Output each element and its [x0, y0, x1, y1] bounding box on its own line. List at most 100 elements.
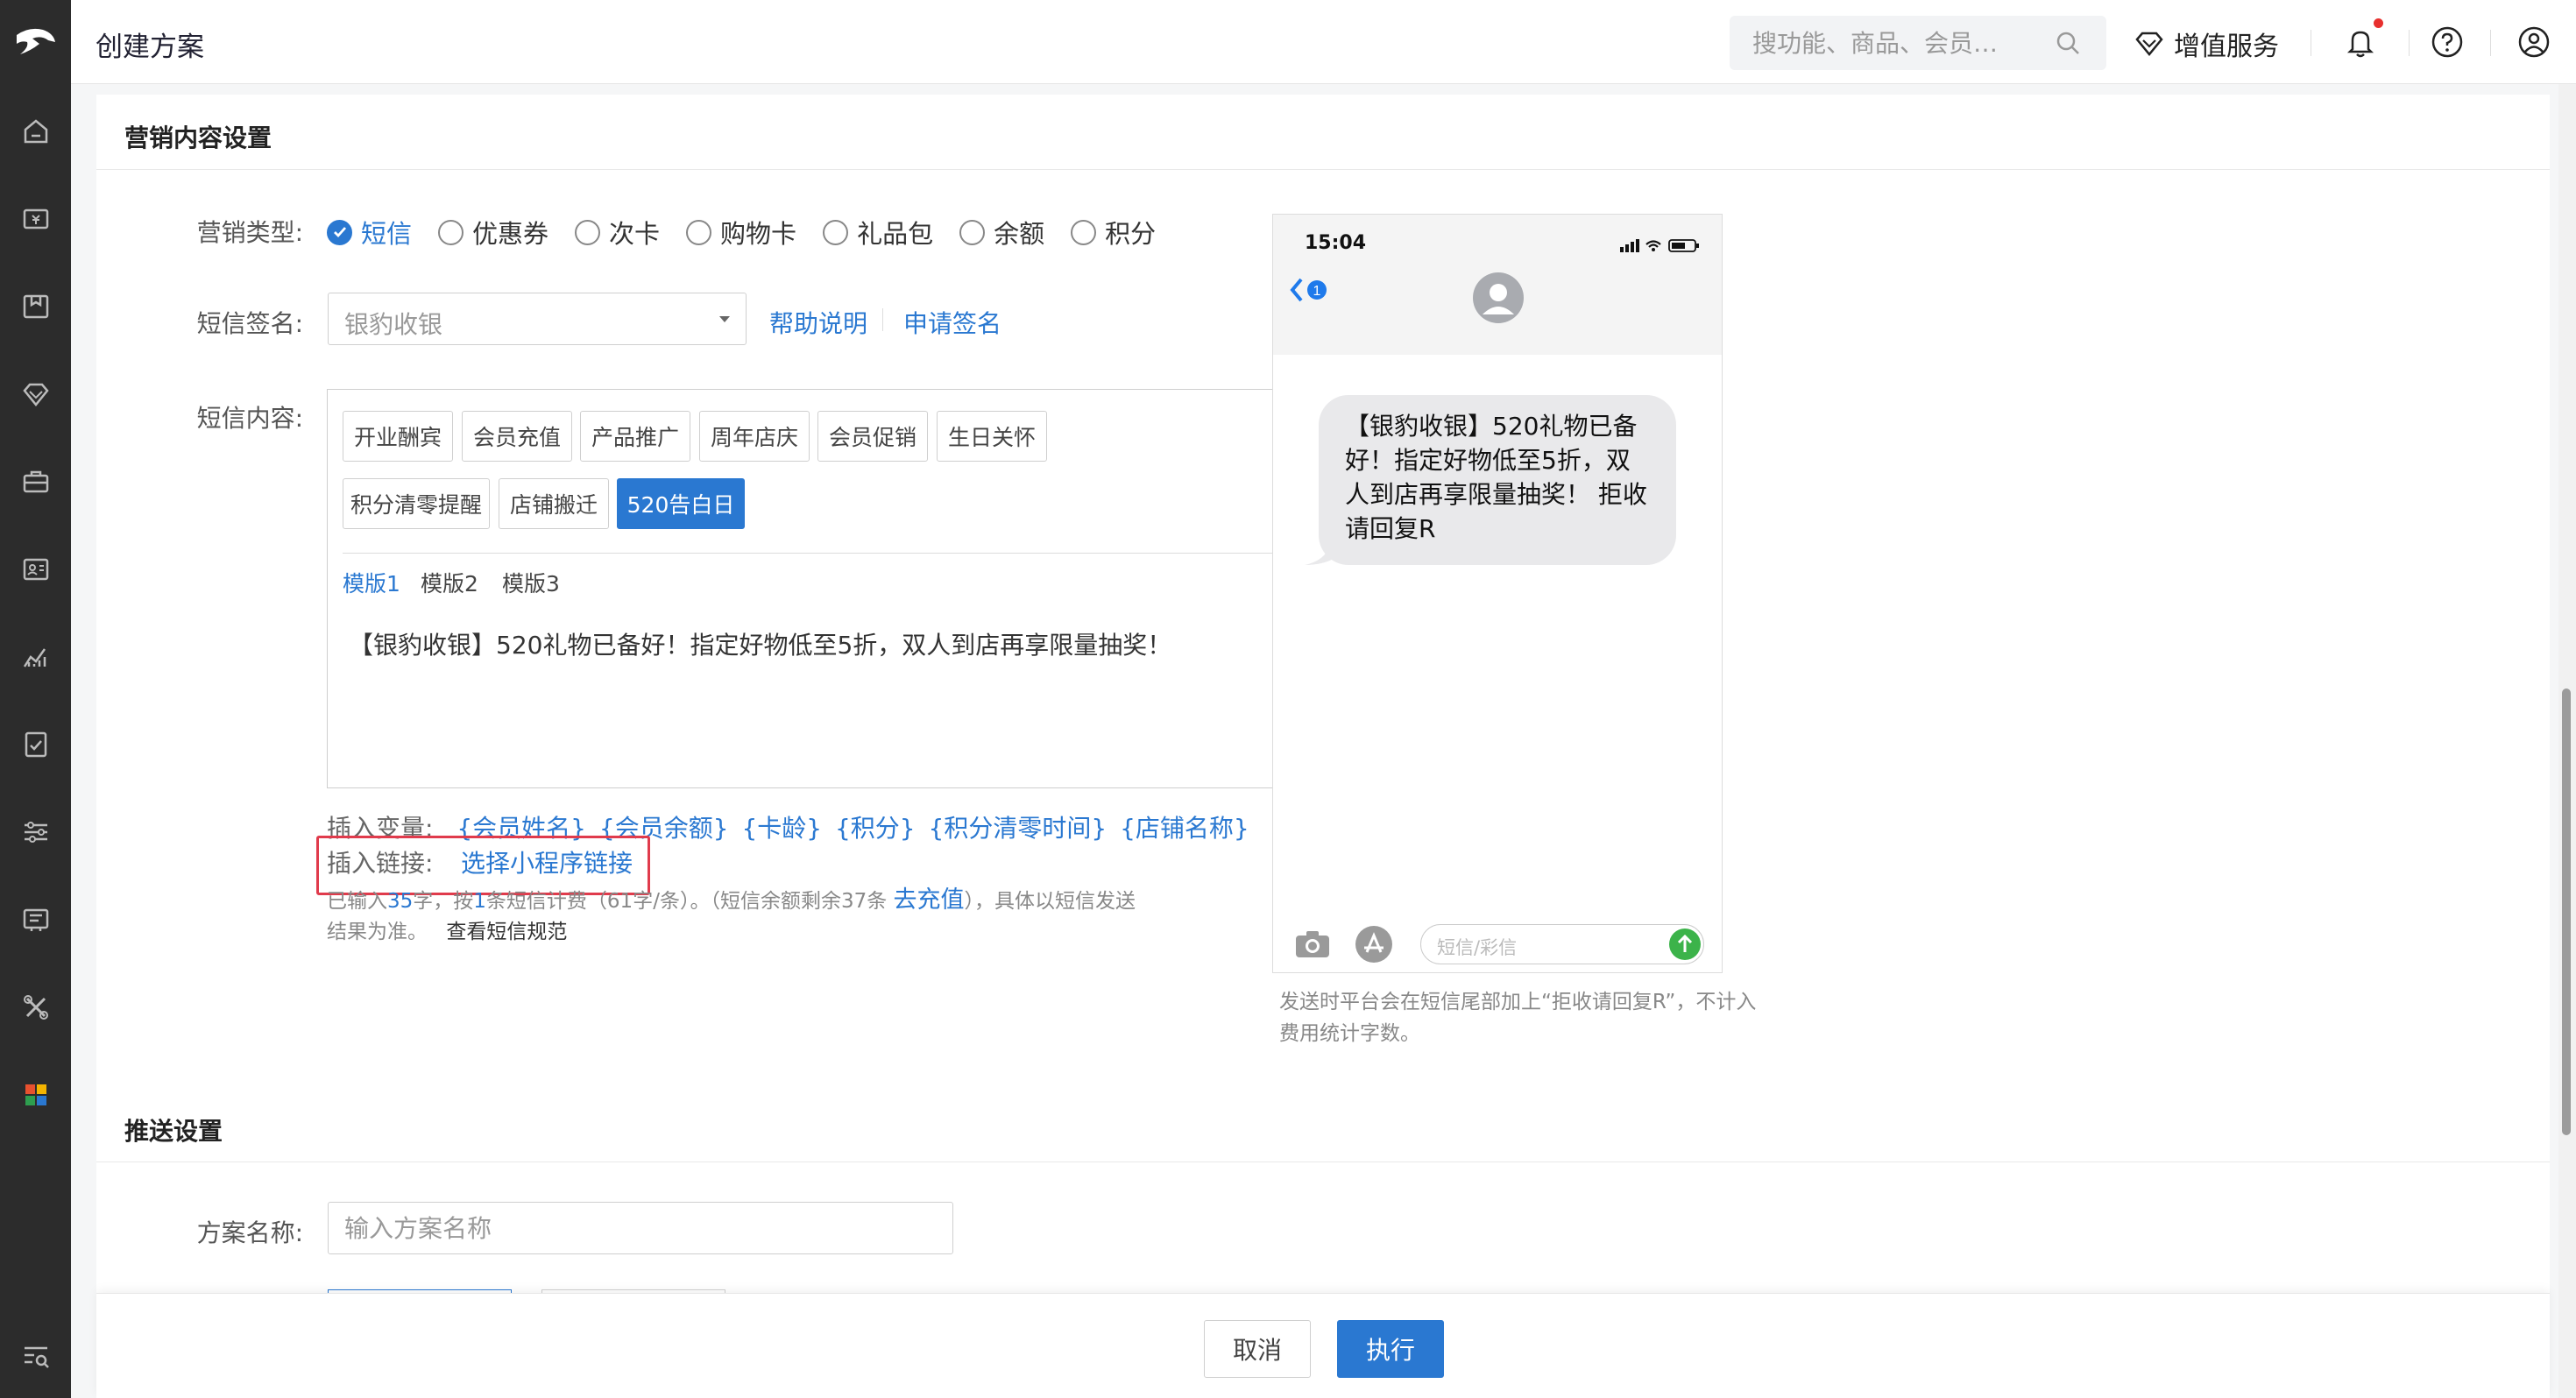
page-title: 创建方案: [96, 32, 204, 63]
value-added-services-label: 增值服务: [2174, 32, 2279, 62]
var-card-age[interactable]: {卡龄}: [741, 814, 822, 843]
recharge-link[interactable]: 去充值: [894, 886, 965, 914]
nav-tools-icon[interactable]: [0, 981, 71, 1034]
insert-link-label: 插入链接:: [327, 849, 434, 878]
search-icon[interactable]: [2054, 29, 2082, 57]
tag-birthday[interactable]: 生日关怀: [937, 411, 1047, 462]
value-added-services-button[interactable]: 增值服务: [2134, 25, 2279, 63]
tag-store-move[interactable]: 店铺搬迁: [499, 478, 609, 529]
topbar-divider: [2490, 30, 2491, 56]
radio-gift-pack-label: 礼品包: [857, 219, 934, 249]
radio-circle: [959, 219, 986, 245]
radio-sms[interactable]: 短信: [327, 214, 412, 251]
radio-coupon-label: 优惠券: [472, 219, 549, 249]
radio-sms-label: 短信: [361, 219, 413, 249]
nav-home-icon[interactable]: [0, 105, 71, 158]
nav-report-icon[interactable]: [0, 718, 71, 771]
logo-icon[interactable]: [0, 0, 71, 84]
stats-text: 结果为准。: [327, 921, 428, 943]
radio-count-card[interactable]: 次卡: [575, 214, 660, 251]
radio-circle: [438, 219, 464, 245]
radio-shopping-card-label: 购物卡: [720, 219, 797, 249]
user-account-icon[interactable]: [2516, 25, 2551, 60]
phone-preview: 15:04 1 【银豹收银】520礼物已备好！指定好物低至5折，双人到店再享限量…: [1272, 214, 1723, 973]
template-tab-3[interactable]: 模版3: [502, 567, 560, 598]
nav-order-icon[interactable]: [0, 893, 71, 946]
phone-avatar-icon: [1473, 272, 1524, 323]
bell-icon[interactable]: [2343, 25, 2378, 60]
cancel-button[interactable]: 取消: [1204, 1320, 1311, 1378]
radio-coupon[interactable]: 优惠券: [438, 214, 548, 251]
phone-back-badge: 1: [1313, 284, 1321, 299]
stats-text: ），具体以短信发送: [964, 890, 1136, 913]
main-panel: 营销内容设置 营销类型: 短信 优惠券 次卡 购物卡 礼品包 余额 积分 短信签…: [96, 95, 2550, 1398]
tag-product-promo[interactable]: 产品推广: [580, 411, 690, 462]
phone-back-icon: 1: [1290, 278, 1327, 302]
scrollbar-thumb[interactable]: [2562, 688, 2571, 1135]
radio-shopping-card[interactable]: 购物卡: [686, 214, 796, 251]
content-label: 短信内容:: [196, 404, 303, 433]
signature-select[interactable]: 银豹收银: [328, 293, 747, 345]
tag-member-promo[interactable]: 会员促销: [817, 411, 928, 462]
radio-circle: [575, 219, 601, 245]
nav-member-card-icon[interactable]: [0, 543, 71, 596]
action-footer: 取消 执行: [96, 1293, 2550, 1398]
top-bar: 创建方案 增值服务: [71, 0, 2576, 84]
radio-circle: [1071, 219, 1097, 245]
plan-name-label: 方案名称:: [196, 1218, 303, 1247]
template-tab-1[interactable]: 模版1: [343, 567, 400, 598]
help-icon[interactable]: [2430, 25, 2465, 60]
stats-text: 字，按: [413, 890, 474, 913]
signature-label: 短信签名:: [196, 309, 303, 338]
sms-stats-line2: 结果为准。 查看短信规范: [327, 916, 1308, 948]
var-points-clear-time[interactable]: {积分清零时间}: [929, 814, 1108, 843]
execute-button[interactable]: 执行: [1337, 1320, 1444, 1378]
apply-signature-link[interactable]: 申请签名: [903, 305, 1001, 340]
sms-spec-link[interactable]: 查看短信规范: [446, 921, 567, 943]
sms-editor: 开业酬宾 会员充值 产品推广 周年店庆 会员促销 生日关怀 积分清零提醒 店铺搬…: [327, 389, 1294, 788]
tag-520[interactable]: 520告白日: [617, 478, 745, 529]
tag-opening[interactable]: 开业酬宾: [343, 411, 453, 462]
radio-points[interactable]: 积分: [1071, 214, 1156, 251]
tag-anniversary[interactable]: 周年店庆: [699, 411, 810, 462]
nav-package-icon[interactable]: [0, 280, 71, 333]
stats-text: 已输入: [327, 890, 387, 913]
phone-message-input: 短信/彩信: [1420, 924, 1704, 964]
chevron-down-icon: [719, 316, 730, 322]
radio-balance[interactable]: 余额: [959, 214, 1044, 251]
nav-cashier-icon[interactable]: [0, 193, 71, 245]
search-input[interactable]: [1730, 16, 2045, 70]
radio-gift-pack[interactable]: 礼品包: [823, 214, 933, 251]
link-divider: [882, 308, 883, 331]
checkmark-icon: [327, 219, 352, 245]
nav-apps-icon[interactable]: [0, 1069, 71, 1121]
marketing-type-radio-group: 短信 优惠券 次卡 购物卡 礼品包 余额 积分: [327, 214, 1182, 251]
preview-note: 发送时平台会在短信尾部加上“拒收请回复R”，不计入费用统计字数。: [1279, 991, 1757, 1045]
sidebar: [0, 0, 71, 1398]
nav-settings-sliders-icon[interactable]: [0, 806, 71, 858]
template-tab-2[interactable]: 模版2: [421, 567, 478, 598]
nav-diamond-icon[interactable]: [0, 368, 71, 420]
radio-balance-label: 余额: [994, 219, 1045, 249]
section-divider: [96, 1161, 2550, 1162]
nav-chart-icon[interactable]: [0, 631, 71, 683]
help-link[interactable]: 帮助说明: [769, 305, 867, 340]
nav-search-list-icon[interactable]: [0, 1330, 71, 1382]
radio-count-card-label: 次卡: [609, 219, 661, 249]
tag-member-recharge[interactable]: 会员充值: [462, 411, 572, 462]
sms-content-text[interactable]: 【银豹收银】520礼物已备好！指定好物低至5折，双人到店再享限量抽奖！: [349, 626, 1171, 661]
plan-name-input[interactable]: [328, 1202, 953, 1254]
radio-circle: [686, 219, 712, 245]
stats-text: 条短信计费（61字/条）。（短信余额剩余37条: [485, 890, 888, 913]
global-search[interactable]: [1730, 16, 2106, 70]
app-store-icon: [1355, 926, 1392, 963]
var-points[interactable]: {积分}: [835, 814, 916, 843]
tag-points-clear[interactable]: 积分清零提醒: [343, 478, 490, 529]
nav-briefcase-icon[interactable]: [0, 455, 71, 508]
select-miniprogram-link[interactable]: 选择小程序链接: [461, 844, 633, 879]
camera-icon: [1296, 931, 1329, 957]
stats-sms-count: 1: [473, 890, 486, 913]
phone-header: 15:04 1: [1273, 215, 1722, 355]
var-store-name[interactable]: {店铺名称}: [1120, 814, 1249, 843]
diamond-icon: [2135, 32, 2163, 56]
